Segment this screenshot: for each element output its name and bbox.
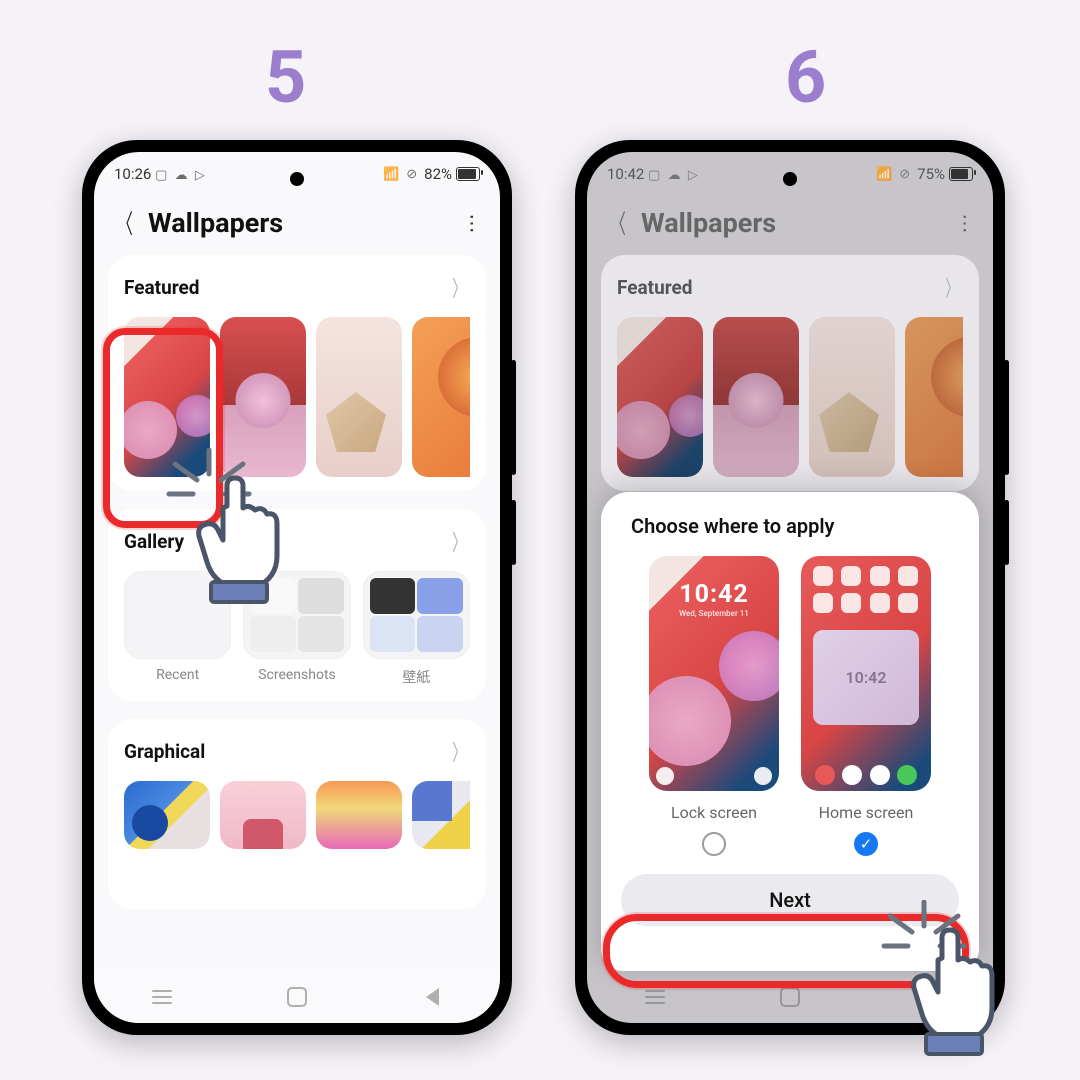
radio-home-screen[interactable]: ✓ bbox=[854, 832, 878, 856]
no-sim-icon: ⊘ bbox=[899, 167, 912, 182]
wifi-icon: 📶 bbox=[383, 167, 401, 182]
section-title-featured: Featured bbox=[617, 276, 692, 299]
home-preview-dock bbox=[811, 765, 921, 785]
home-preview-icons bbox=[813, 566, 919, 613]
chevron-right-icon[interactable]: 〉 bbox=[452, 271, 465, 303]
tap-cursor-icon bbox=[155, 448, 325, 622]
wallpaper-thumb-3[interactable] bbox=[809, 317, 895, 477]
album-label: Recent bbox=[124, 667, 231, 683]
nav-home-icon[interactable] bbox=[779, 986, 801, 1008]
nav-recent-icon[interactable] bbox=[151, 986, 173, 1008]
page-title: Wallpapers bbox=[641, 207, 946, 239]
wallpaper-thumb-3[interactable] bbox=[316, 317, 402, 477]
more-icon[interactable]: ⋯ bbox=[461, 213, 485, 232]
lock-preview-date: Wed, September 11 bbox=[649, 609, 779, 618]
wallpaper-thumb-4[interactable] bbox=[412, 317, 470, 477]
back-icon[interactable]: 〈 bbox=[117, 204, 133, 241]
battery-indicator: 82% bbox=[424, 165, 480, 183]
wifi-icon: 📶 bbox=[876, 167, 894, 182]
status-time: 10:42 bbox=[607, 165, 644, 183]
lock-screen-preview: 10:42 Wed, September 11 bbox=[649, 556, 779, 791]
step-number-6: 6 bbox=[785, 35, 826, 120]
album-thumb bbox=[363, 571, 470, 659]
nav-recent-icon[interactable] bbox=[644, 986, 666, 1008]
chevron-right-icon[interactable]: 〉 bbox=[945, 271, 958, 303]
chevron-right-icon[interactable]: 〉 bbox=[452, 735, 465, 767]
option-label-lock: Lock screen bbox=[649, 803, 779, 822]
no-sim-icon: ⊘ bbox=[406, 167, 419, 182]
radio-lock-screen[interactable] bbox=[702, 832, 726, 856]
nav-home-icon[interactable] bbox=[286, 986, 308, 1008]
step-number-5: 5 bbox=[265, 35, 306, 120]
album-label: 壁紙 bbox=[363, 667, 470, 687]
section-title-featured: Featured bbox=[124, 276, 199, 299]
lock-shortcut-right-icon bbox=[754, 767, 772, 785]
option-home-screen[interactable]: 10:42 Home screen ✓ bbox=[801, 556, 931, 856]
graphical-thumb-4[interactable] bbox=[412, 781, 470, 849]
chevron-right-icon[interactable]: 〉 bbox=[452, 525, 465, 557]
wallpaper-thumb-2[interactable] bbox=[713, 317, 799, 477]
page-header: 〈 Wallpapers ⋯ bbox=[94, 196, 500, 255]
battery-indicator: 75% bbox=[917, 165, 973, 183]
graphical-section: Graphical 〉 bbox=[108, 719, 486, 909]
lock-shortcut-left-icon bbox=[656, 767, 674, 785]
status-left-icons: ▢ ☁ ▷ bbox=[648, 168, 700, 183]
nav-back-icon[interactable] bbox=[421, 986, 443, 1008]
section-title-graphical: Graphical bbox=[124, 740, 205, 763]
page-header: 〈 Wallpapers ⋯ bbox=[587, 196, 993, 255]
home-screen-preview: 10:42 bbox=[801, 556, 931, 791]
navigation-bar bbox=[94, 971, 500, 1023]
album-label: Screenshots bbox=[243, 667, 350, 683]
back-icon[interactable]: 〈 bbox=[610, 204, 626, 241]
featured-section: Featured 〉 bbox=[601, 255, 979, 491]
status-left-icons: ▢ ☁ ▷ bbox=[155, 168, 207, 183]
wallpaper-thumb-4[interactable] bbox=[905, 317, 963, 477]
gallery-album-wallpaper[interactable]: 壁紙 bbox=[363, 571, 470, 687]
status-time: 10:26 bbox=[114, 165, 151, 183]
graphical-thumb-1[interactable] bbox=[124, 781, 210, 849]
graphical-thumb-3[interactable] bbox=[316, 781, 402, 849]
graphical-thumb-2[interactable] bbox=[220, 781, 306, 849]
option-label-home: Home screen bbox=[801, 803, 931, 822]
modal-title: Choose where to apply bbox=[631, 514, 959, 538]
page-title: Wallpapers bbox=[148, 207, 453, 239]
more-icon[interactable]: ⋯ bbox=[954, 213, 978, 232]
lock-preview-time: 10:42 bbox=[649, 580, 779, 609]
wallpaper-thumb-1[interactable] bbox=[617, 317, 703, 477]
tap-cursor-icon bbox=[870, 900, 1040, 1074]
home-preview-widget: 10:42 bbox=[813, 630, 919, 725]
option-lock-screen[interactable]: 10:42 Wed, September 11 Lock screen bbox=[649, 556, 779, 856]
